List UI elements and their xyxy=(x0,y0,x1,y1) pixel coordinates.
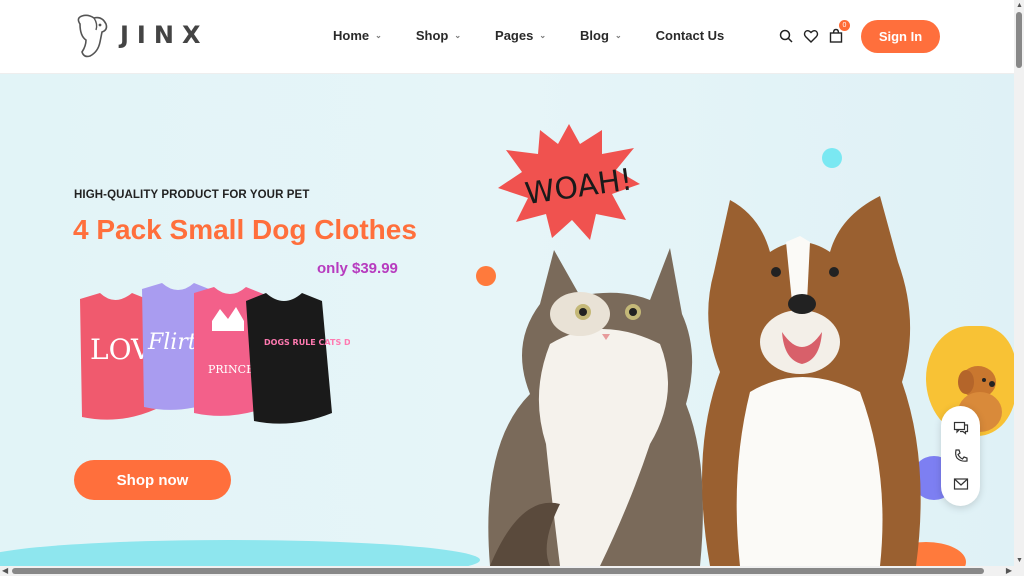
cyan-dot xyxy=(822,148,842,168)
nav-item-home[interactable]: Home ⌄ xyxy=(333,28,382,43)
logo[interactable]: JINX xyxy=(72,12,208,60)
nav-item-label: Contact Us xyxy=(655,28,725,43)
header-icons: 0 xyxy=(778,20,853,44)
cart-icon[interactable]: 0 xyxy=(828,20,850,44)
nav-item-label: Shop xyxy=(415,28,449,43)
mail-icon[interactable] xyxy=(953,476,969,492)
scroll-up-arrow-icon[interactable]: ▲ xyxy=(1016,2,1023,9)
chevron-down-icon: ⌄ xyxy=(539,31,547,40)
nav-item-shop[interactable]: Shop ⌄ xyxy=(416,28,461,43)
shirt-dogs-rule-text: DOGS RULE CATS DROOL xyxy=(264,338,350,347)
chat-icon[interactable] xyxy=(953,420,969,436)
hero-headline: 4 Pack Small Dog Clothes xyxy=(73,214,417,245)
nav-item-blog[interactable]: Blog ⌄ xyxy=(580,28,622,43)
chevron-down-icon: ⌄ xyxy=(454,31,462,40)
shirt-dogs-rule: DOGS RULE CATS DROOL xyxy=(246,293,350,424)
nav-item-label: Home xyxy=(333,28,370,43)
hero-wave xyxy=(0,540,480,566)
search-icon[interactable] xyxy=(778,28,794,44)
heart-icon[interactable] xyxy=(803,28,819,44)
scroll-right-arrow-icon[interactable]: ▶ xyxy=(1006,566,1012,575)
woah-starburst: WOAH! xyxy=(498,124,640,240)
brand-name: JINX xyxy=(120,21,209,49)
phone-icon[interactable] xyxy=(953,448,969,464)
shirt-flirt-text: Flirt xyxy=(147,330,197,355)
chevron-down-icon: ⌄ xyxy=(375,31,382,40)
dog-logo-icon xyxy=(77,14,108,58)
cart-count-badge: 0 xyxy=(839,20,850,31)
sign-in-button[interactable]: Sign In xyxy=(861,20,940,53)
dog-shirts-image: LOVE Flirt PRINCESS DOGS RULE CATS DROOL xyxy=(80,283,350,424)
vertical-scroll-thumb[interactable] xyxy=(1016,12,1022,68)
horizontal-scroll-thumb[interactable] xyxy=(12,568,984,574)
hero-eyebrow: HIGH-QUALITY PRODUCT FOR YOUR PET xyxy=(74,189,310,201)
nav-item-label: Blog xyxy=(580,28,609,43)
nav-item-pages[interactable]: Pages ⌄ xyxy=(495,28,546,43)
chevron-down-icon: ⌄ xyxy=(614,31,622,40)
horizontal-scrollbar[interactable]: ◀ ▶ xyxy=(0,566,1024,576)
main-nav: Home ⌄ Shop ⌄ Pages ⌄ Blog ⌄ Contact Us xyxy=(333,28,758,43)
contact-bar xyxy=(941,406,980,506)
scroll-down-arrow-icon[interactable]: ▼ xyxy=(1016,557,1023,564)
shop-now-button[interactable]: Shop now xyxy=(74,460,231,500)
site-header: JINX Home ⌄ Shop ⌄ Pages ⌄ Blog ⌄ Contac… xyxy=(0,0,1014,74)
hero-banner: HIGH-QUALITY PRODUCT FOR YOUR PET 4 Pack… xyxy=(0,74,1014,566)
hero-price: only $39.99 xyxy=(317,260,398,277)
vertical-scrollbar[interactable]: ▲ ▼ xyxy=(1014,0,1024,566)
nav-item-contact[interactable]: Contact Us xyxy=(656,28,725,43)
cat-image xyxy=(488,248,703,566)
nav-item-label: Pages xyxy=(495,28,534,43)
dog-image xyxy=(702,196,921,566)
scroll-left-arrow-icon[interactable]: ◀ xyxy=(2,566,8,575)
